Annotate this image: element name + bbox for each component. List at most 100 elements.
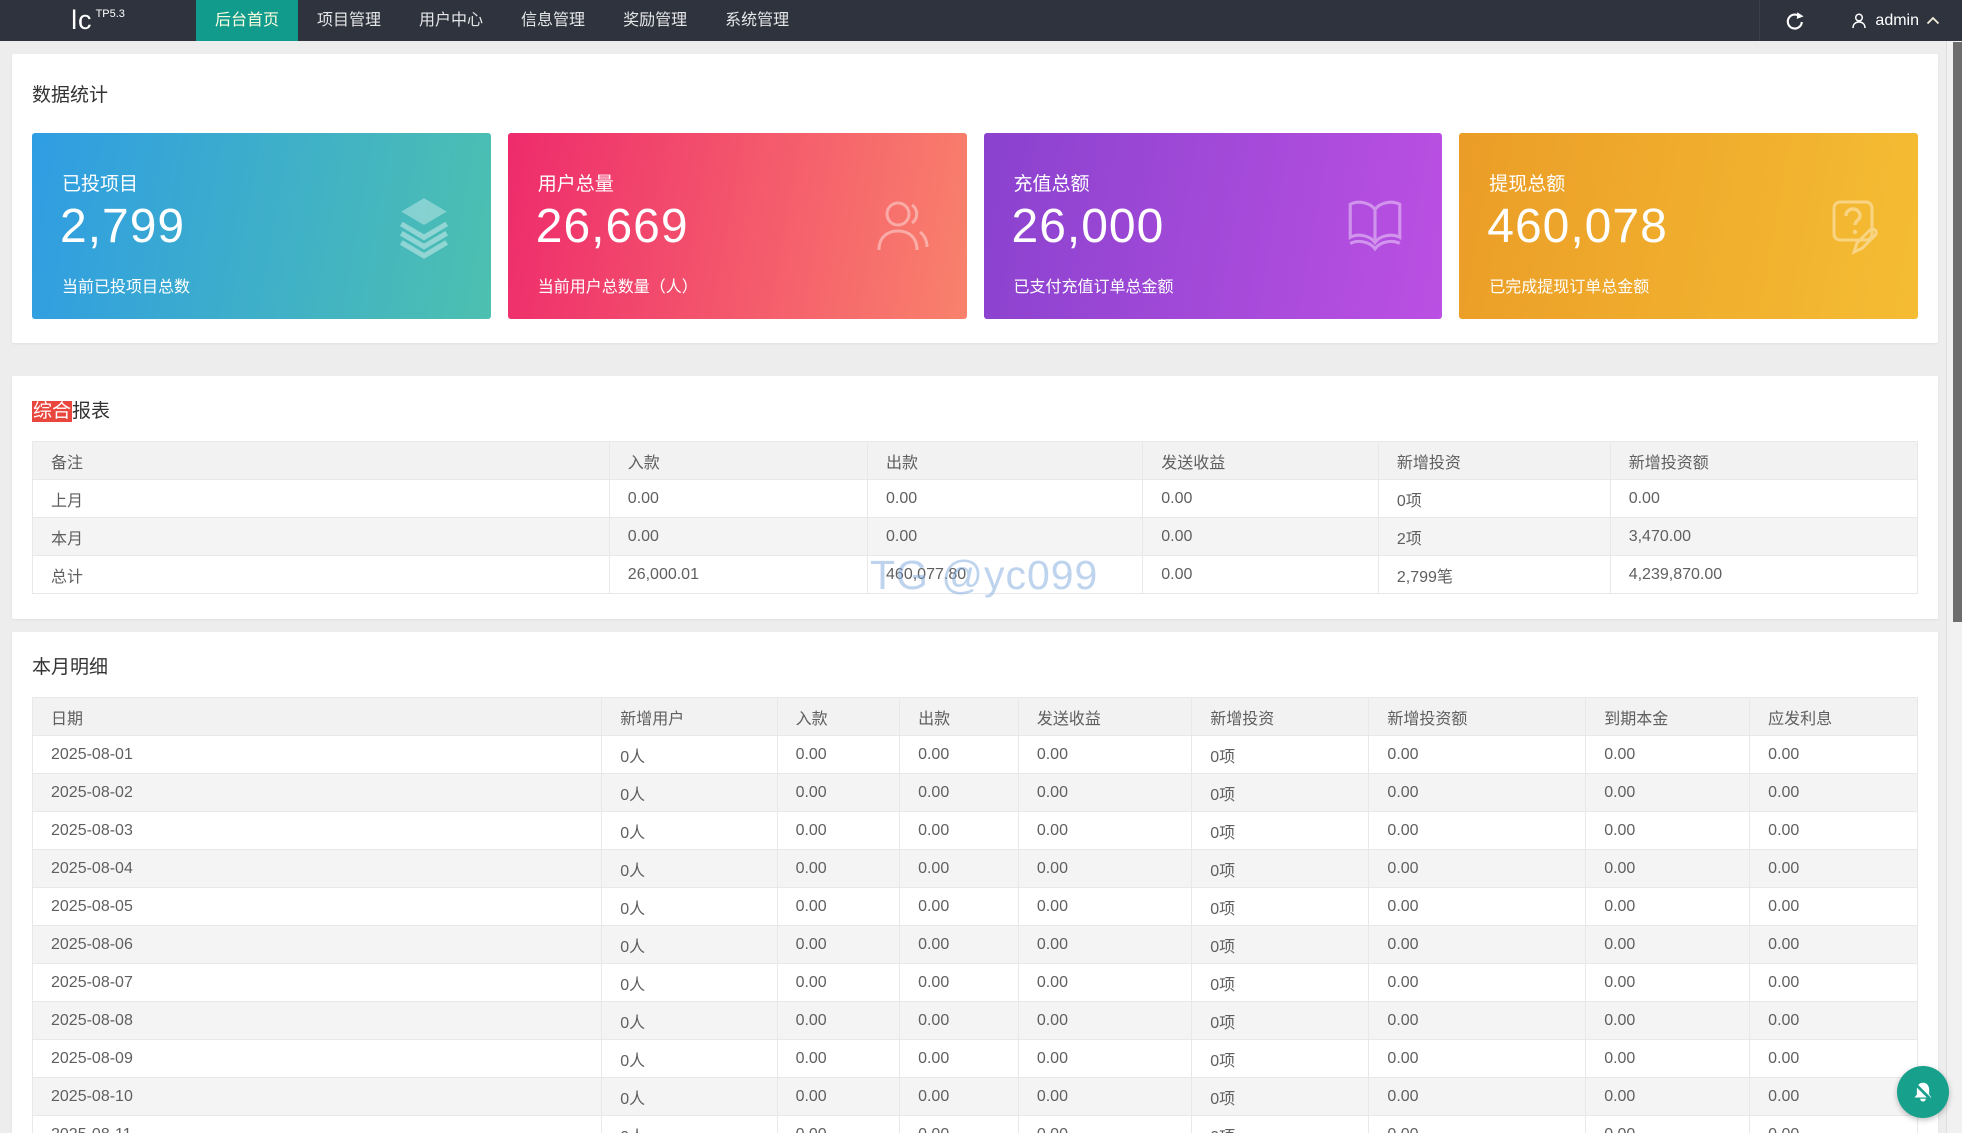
table-cell: 0.00 <box>1017 849 1193 888</box>
table-row: 2025-08-02 0人 0.00 0.00 0.00 0项 0.00 0.00 0.00 <box>31 773 1918 812</box>
table-cell: 0项 <box>1191 1115 1370 1133</box>
table-cell: 0.00 <box>899 1115 1019 1133</box>
column-header: 新增投资 <box>1191 697 1370 736</box>
table-cell: 0.00 <box>899 1039 1019 1078</box>
main-content: 数据统计 已投项目 2,799 当前已投项目总数 用户总量 26,669 当前用… <box>0 41 1946 1133</box>
column-header: 新增投资额 <box>1368 697 1587 736</box>
column-header: 入款 <box>776 697 901 736</box>
table-cell: 0.00 <box>1368 1077 1587 1116</box>
table-cell: 0项 <box>1191 849 1370 888</box>
nav-item[interactable]: 系统管理 <box>706 0 808 41</box>
table-cell: 0.00 <box>1017 1077 1193 1116</box>
stat-card-total-users: 用户总量 26,669 当前用户总数量（人） <box>507 133 967 319</box>
doc-edit-icon <box>1832 200 1878 255</box>
summary-report-panel: 综合报表 备注 入款 出款 发送收益 新增投资 新增投资额 上月 0.00 0.00 0.00 0项… <box>12 376 1938 619</box>
table-cell: 0.00 <box>899 1077 1019 1116</box>
table-cell: 0.00 <box>1368 1001 1587 1040</box>
card-caption: 已支付充值订单总金额 <box>1013 279 1174 296</box>
column-header: 应发利息 <box>1749 697 1918 736</box>
table-cell: 0项 <box>1191 773 1370 812</box>
table-cell: 2025-08-01 <box>31 735 603 774</box>
table-cell: 0人 <box>601 1077 778 1116</box>
table-cell: 26,000.01 <box>608 555 869 594</box>
brand-logo[interactable]: lc TP5.3 <box>0 0 196 41</box>
nav-item[interactable]: 奖励管理 <box>604 0 706 41</box>
table-cell: 2025-08-08 <box>31 1001 603 1040</box>
nav-item-label: 项目管理 <box>317 12 382 29</box>
table-cell: 0.00 <box>776 925 901 964</box>
table-cell: 0.00 <box>1749 849 1918 888</box>
table-cell: 2025-08-04 <box>31 849 603 888</box>
card-caption: 当前用户总数量（人） <box>537 279 698 296</box>
table-cell: 0.00 <box>1585 1039 1751 1078</box>
refresh-button[interactable] <box>1760 0 1828 41</box>
stat-card-total-withdraw: 提现总额 460,078 已完成提现订单总金额 <box>1459 133 1918 319</box>
table-header-row: 备注 入款 出款 发送收益 新增投资 新增投资额 <box>32 441 1919 480</box>
card-label: 充值总额 <box>1013 174 1090 195</box>
table-cell: 0.00 <box>776 1039 901 1078</box>
table-cell: 0人 <box>601 735 778 774</box>
table-cell: 0人 <box>601 1001 778 1040</box>
bell-off-icon <box>1914 1082 1933 1102</box>
card-value: 26,000 <box>1011 200 1165 253</box>
table-cell: 0.00 <box>1368 773 1587 812</box>
table-cell: 2,799笔 <box>1377 555 1611 594</box>
table-cell: 3,470.00 <box>1609 517 1919 556</box>
table-cell: 0.00 <box>776 773 901 812</box>
table-cell: 0.00 <box>1368 887 1587 926</box>
table-cell: 0.00 <box>899 1001 1019 1040</box>
card-label: 用户总量 <box>537 174 614 195</box>
table-cell: 0.00 <box>1585 773 1751 812</box>
table-cell: 0.00 <box>1017 887 1193 926</box>
nav-item[interactable]: 用户中心 <box>400 0 502 41</box>
table-cell: 2025-08-10 <box>31 1077 603 1116</box>
table-cell: 本月 <box>32 517 610 556</box>
refresh-icon <box>1787 11 1805 30</box>
notification-mute-button[interactable] <box>1897 1066 1949 1118</box>
table-cell: 0.00 <box>1142 555 1379 594</box>
table-row: 2025-08-03 0人 0.00 0.00 0.00 0项 0.00 0.00 0.00 <box>31 811 1918 850</box>
nav-item[interactable]: 信息管理 <box>502 0 604 41</box>
stat-card-total-recharge: 充值总额 26,000 已支付充值订单总金额 <box>983 133 1443 319</box>
user-menu[interactable]: admin <box>1828 0 1962 41</box>
table-cell: 0.00 <box>1749 1001 1918 1040</box>
table-cell: 4,239,870.00 <box>1609 555 1919 594</box>
table-cell: 0人 <box>601 811 778 850</box>
table-cell: 0项 <box>1191 1039 1370 1078</box>
nav-item[interactable]: 后台首页 <box>196 0 299 41</box>
table-cell: 0人 <box>601 1039 778 1078</box>
month-detail-table: 日期 新增用户 入款 出款 发送收益 新增投资 新增投资额 到期本金 应发利息 2025-08-0… <box>31 697 1918 1133</box>
table-cell: 0.00 <box>776 1077 901 1116</box>
scrollbar[interactable] <box>1946 41 1962 1133</box>
table-cell: 0.00 <box>899 811 1019 850</box>
column-header: 备注 <box>32 441 610 480</box>
table-cell: 0.00 <box>1368 735 1587 774</box>
nav-item-label: 信息管理 <box>521 12 586 29</box>
table-cell: 2025-08-03 <box>31 811 603 850</box>
nav-item-label: 后台首页 <box>215 12 280 29</box>
table-cell: 0项 <box>1377 479 1611 518</box>
nav-right: admin <box>1759 0 1962 41</box>
table-cell: 0.00 <box>776 1115 901 1133</box>
nav-item-label: 系统管理 <box>725 12 790 29</box>
card-label: 提现总额 <box>1489 174 1566 195</box>
detail-title: 本月明细 <box>32 657 109 678</box>
table-cell: 0.00 <box>1749 887 1918 926</box>
table-cell: 0.00 <box>1749 1115 1918 1133</box>
table-cell: 0项 <box>1191 963 1370 1002</box>
column-header: 日期 <box>31 697 603 736</box>
table-cell: 0.00 <box>1142 517 1379 556</box>
nav-item[interactable]: 项目管理 <box>298 0 400 41</box>
table-cell: 0项 <box>1191 887 1370 926</box>
chevron-up-icon <box>1926 16 1940 25</box>
table-cell: 0.00 <box>1585 735 1751 774</box>
table-cell: 2项 <box>1377 517 1611 556</box>
username: admin <box>1875 11 1919 29</box>
table-cell: 2025-08-06 <box>31 925 603 964</box>
scrollbar-thumb[interactable] <box>1953 42 1962 622</box>
table-cell: 0人 <box>601 773 778 812</box>
table-cell: 0.00 <box>1749 1039 1918 1078</box>
table-cell: 0.00 <box>1585 887 1751 926</box>
nav-item-label: 用户中心 <box>419 12 484 29</box>
table-cell: 0.00 <box>899 735 1019 774</box>
